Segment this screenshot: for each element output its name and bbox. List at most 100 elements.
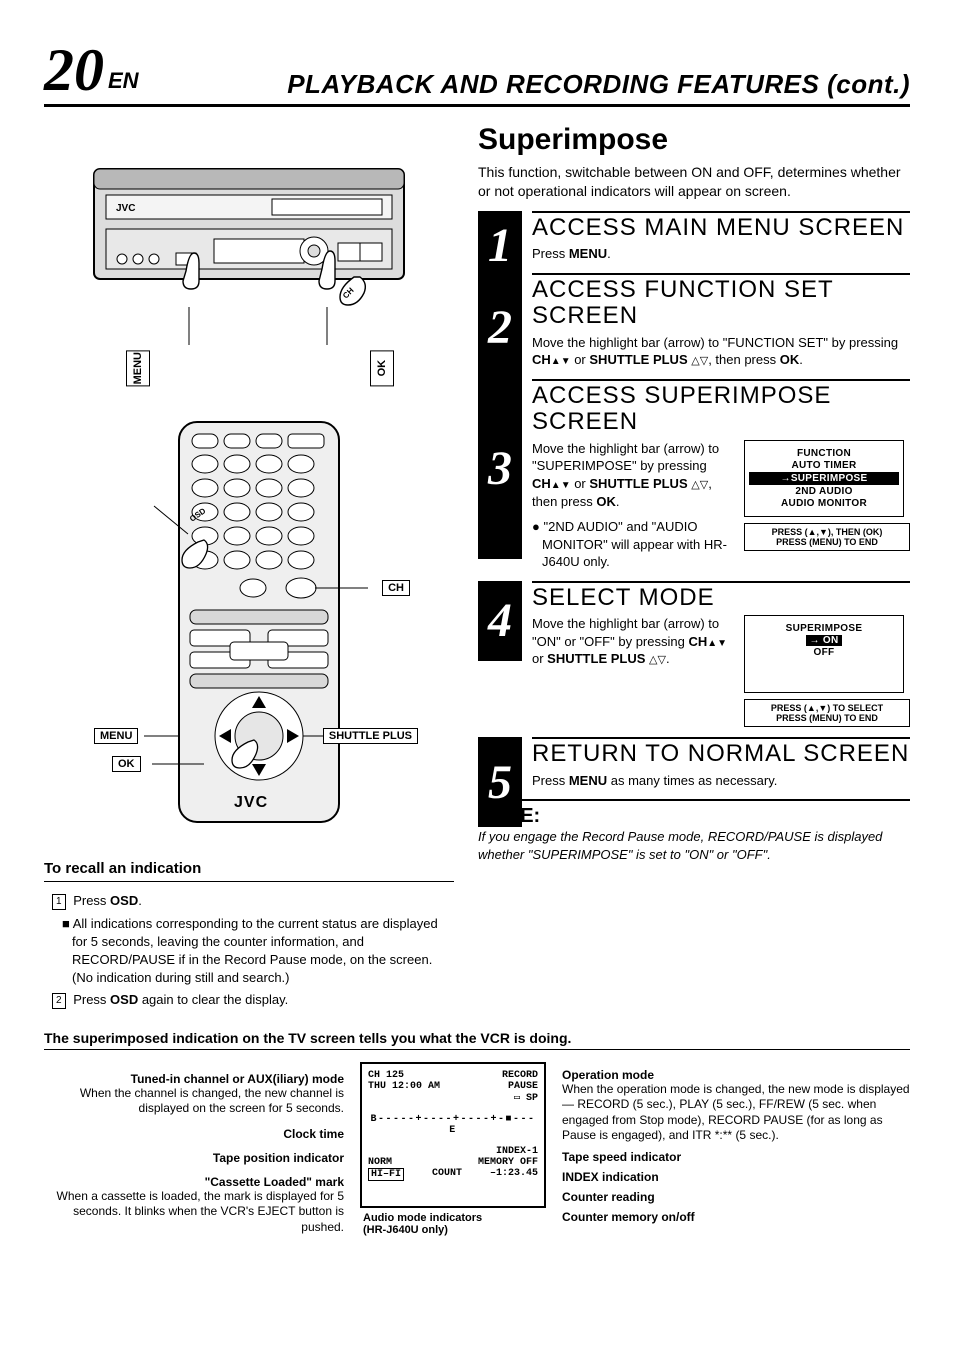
step-num: 2 xyxy=(478,273,522,383)
note-body: If you engage the Record Pause mode, REC… xyxy=(478,828,910,863)
onscreen-superimpose: SUPERIMPOSE → ON OFF xyxy=(744,615,904,693)
tv-label: Counter reading xyxy=(562,1190,910,1204)
recall-line1-pre: Press xyxy=(73,893,110,908)
osd-line: SUPERIMPOSE xyxy=(749,623,899,634)
onscreen-foot: PRESS (▲,▼), THEN (OK) PRESS (MENU) TO E… xyxy=(744,523,910,551)
step-4: 4 SELECT MODE Move the highlight bar (ar… xyxy=(478,581,910,727)
step-title: RETURN TO NORMAL SCREEN xyxy=(532,737,910,767)
tv-label: Operation mode xyxy=(562,1068,910,1082)
tv-screen-col: CH 125RECORD THU 12:00 AMPAUSE ▭ SP B---… xyxy=(358,1062,548,1236)
s3-mid: or xyxy=(571,476,590,491)
recall-line2-post: again to clear the display. xyxy=(138,992,288,1007)
remote-illustration: OSD CH MENU SHUTTLE PLUS OK JVC xyxy=(44,416,454,836)
recall-body: 1 Press OSD. ■ All indications correspon… xyxy=(44,892,454,1009)
s2-mid: or xyxy=(571,352,590,367)
osd-line: OFF xyxy=(749,647,899,658)
tv-row: CH 125 xyxy=(368,1070,404,1081)
page-header: 20 EN PLAYBACK AND RECORDING FEATURES (c… xyxy=(44,40,910,107)
step-num: 4 xyxy=(478,581,522,661)
triangle-down-outline-icon xyxy=(700,476,708,491)
triangle-down-icon xyxy=(717,634,727,649)
tv-desc: When a cassette is loaded, the mark is d… xyxy=(44,1189,344,1236)
tv-bar: B-----+----+----+-■---E xyxy=(368,1114,538,1136)
recall-num2: 2 xyxy=(52,993,66,1009)
tv-foot-left: Audio mode indicators (HR-J640U only) xyxy=(363,1212,543,1236)
triangle-down-outline-icon xyxy=(700,352,708,367)
s3-sh: SHUTTLE PLUS xyxy=(589,476,687,491)
tv-label: INDEX indication xyxy=(562,1170,910,1184)
step-3: 3 ACCESS SUPERIMPOSE SCREEN Move the hig… xyxy=(478,379,910,571)
osd-line: FUNCTION xyxy=(749,448,899,459)
tv-desc: When the operation mode is changed, the … xyxy=(562,1082,910,1144)
header-title: PLAYBACK AND RECORDING FEATURES (cont.) xyxy=(139,69,910,100)
recall-line2-pre: Press xyxy=(73,992,110,1007)
s4-ch: CH xyxy=(688,634,707,649)
superimpose-intro: This function, switchable between ON and… xyxy=(478,163,910,201)
remote-ok-label: OK xyxy=(112,756,141,772)
vcr-menu-label: MENU xyxy=(126,350,150,386)
tv-row: NORM xyxy=(368,1157,392,1168)
triangle-down-outline-icon xyxy=(658,651,666,666)
tv-row: ▭ SP xyxy=(368,1092,538,1104)
recall-line2-bold: OSD xyxy=(110,992,138,1007)
tv-label: Counter memory on/off xyxy=(562,1210,910,1224)
osd-line: AUTO TIMER xyxy=(749,460,899,471)
s2-ch: CH xyxy=(532,352,551,367)
remote-menu-label: MENU xyxy=(94,728,138,744)
tv-heading: The superimposed indication on the TV sc… xyxy=(44,1030,910,1050)
osd-line: 2ND AUDIO xyxy=(749,486,899,497)
recall-num1: 1 xyxy=(52,894,66,910)
recall-heading: To recall an indication xyxy=(44,860,454,882)
triangle-down-icon xyxy=(561,476,571,491)
vcr-illustration: JVC CH xyxy=(44,159,454,386)
step-title: SELECT MODE xyxy=(532,581,910,611)
s3-bullet: "2ND AUDIO" and "AUDIO MONITOR" will app… xyxy=(542,519,727,569)
s3-pre: Move the highlight bar (arrow) to "SUPER… xyxy=(532,441,719,474)
step3-onscreen-col: FUNCTION AUTO TIMER →SUPERIMPOSE 2ND AUD… xyxy=(744,440,910,551)
s4-sh: SHUTTLE PLUS xyxy=(547,651,645,666)
tv-section: The superimposed indication on the TV sc… xyxy=(44,1030,910,1236)
tv-row: INDEX-1 xyxy=(368,1146,538,1157)
s4-mid: or xyxy=(532,651,547,666)
step-title: ACCESS MAIN MENU SCREEN xyxy=(532,211,910,241)
triangle-up-outline-icon xyxy=(691,476,699,491)
triangle-up-outline-icon xyxy=(649,651,657,666)
triangle-up-icon xyxy=(551,476,561,491)
note-title: NOTE: xyxy=(478,799,910,828)
step1-bold: MENU xyxy=(569,246,607,261)
osd-line-selected: → ON xyxy=(806,635,843,646)
recall-bullet: All indications corresponding to the cur… xyxy=(72,916,438,986)
step-num: 1 xyxy=(478,211,522,281)
s2-sh: SHUTTLE PLUS xyxy=(589,352,687,367)
osd-line-selected: →SUPERIMPOSE xyxy=(749,472,899,485)
tv-row: RECORD xyxy=(502,1070,538,1081)
step-title: ACCESS FUNCTION SET SCREEN xyxy=(532,273,910,330)
superimpose-heading: Superimpose xyxy=(478,123,910,157)
tv-label: "Cassette Loaded" mark xyxy=(44,1175,344,1189)
triangle-down-icon xyxy=(561,352,571,367)
page-lang: EN xyxy=(108,68,139,94)
remote-shuttle-label: SHUTTLE PLUS xyxy=(323,728,418,744)
triangle-up-icon xyxy=(551,352,561,367)
tv-label: Tape speed indicator xyxy=(562,1150,910,1164)
tv-label: Clock time xyxy=(44,1127,344,1141)
tv-screen: CH 125RECORD THU 12:00 AMPAUSE ▭ SP B---… xyxy=(360,1062,546,1208)
step-title: ACCESS SUPERIMPOSE SCREEN xyxy=(532,379,910,436)
s5-post: as many times as necessary. xyxy=(607,773,777,788)
step-1: 1 ACCESS MAIN MENU SCREEN Press MENU. xyxy=(478,211,910,263)
s2-pre: Move the highlight bar (arrow) to "FUNCT… xyxy=(532,335,898,350)
vcr-ok-label: OK xyxy=(370,350,394,386)
tv-row: –1:23.45 xyxy=(490,1168,538,1181)
recall-line1-post: . xyxy=(138,893,142,908)
vcr-brand-text: JVC xyxy=(116,203,135,214)
step-num: 3 xyxy=(478,379,522,559)
tv-row: HI–FI xyxy=(368,1168,404,1181)
s4-post: . xyxy=(666,651,670,666)
page-number: 20 xyxy=(44,40,104,100)
step-num: 5 xyxy=(478,737,522,827)
triangle-up-outline-icon xyxy=(691,352,699,367)
tv-row: THU 12:00 AM xyxy=(368,1081,440,1092)
s5-pre: Press xyxy=(532,773,569,788)
s3-ch: CH xyxy=(532,476,551,491)
triangle-up-icon xyxy=(707,634,717,649)
